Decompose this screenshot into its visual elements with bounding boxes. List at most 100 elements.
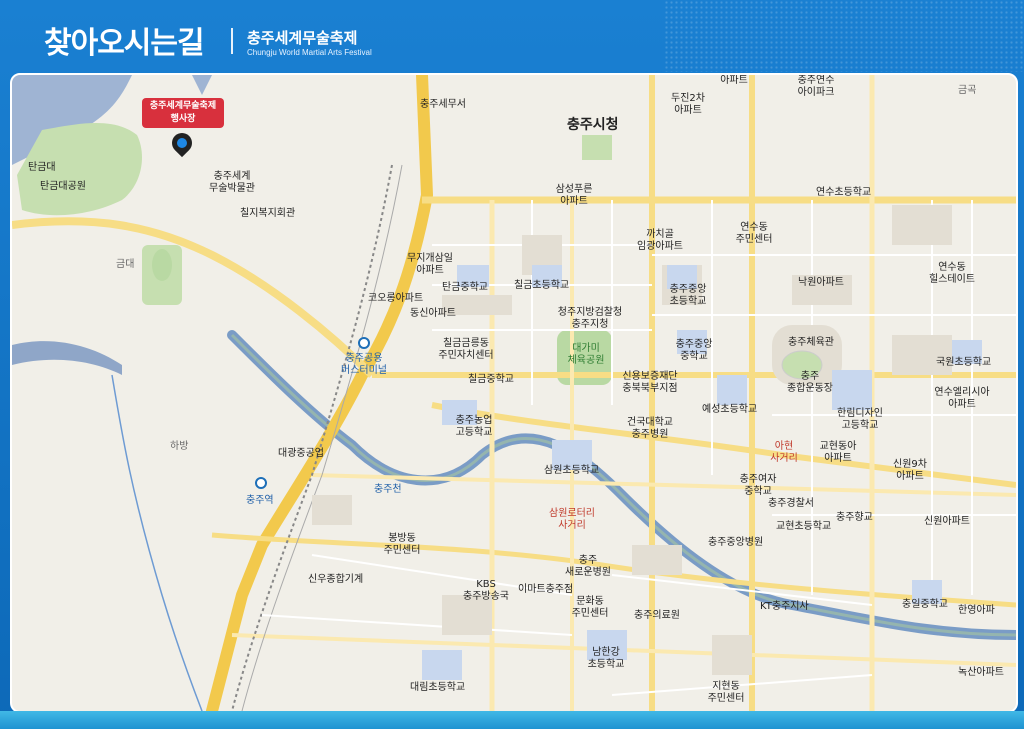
festival-venue-label[interactable]: 충주세계무술축제 행사장 [142,98,224,128]
marker-label-line2: 행사장 [170,114,196,124]
muji-label-1: 무지개삼일 [407,253,453,264]
saenaru-label-1: 충주 [578,555,598,566]
apt-top-label: 아파트 [720,75,748,86]
noksan-label: 녹산아파트 [958,667,1004,678]
nakwon-label: 낙원아파트 [798,277,844,288]
tax-office-label: 충주세무서 [420,99,466,110]
munhwa-label-1: 문화동 [576,596,604,607]
pin-dot [174,135,190,151]
header: 찾아오시는길 충주세계무술축제 Chungju World Martial Ar… [0,0,1024,72]
yeonsu-hill-label-1: 연수동 [938,262,966,273]
ipark-label-1: 충주연수 [797,75,835,86]
emart-label: 이마트충주점 [518,584,574,595]
central-es-label-2: 초등학교 [669,296,707,307]
dongsin-label: 동신아파트 [410,308,456,319]
gymnasium-label: 충주체육관 [788,337,834,348]
bus-terminal-label-1: 충주공용 [345,353,383,364]
chilji-label: 칠지복지회관 [240,208,296,219]
prosecutor-label-1: 청주지방검찰청 [557,307,623,318]
credit-label-2: 충북북부지점 [622,383,678,394]
gyohyeon-es-label: 교현초등학교 [776,521,832,532]
tangeumdae-park-label: 탄금대공원 [40,181,86,192]
agri-hs-label-1: 충주농업 [455,415,493,426]
prosecutor-label-2: 충주지청 [571,319,609,330]
chungil-ms-label: 충일중학교 [902,599,948,610]
samsung-apt-label-1: 삼성푸른 [555,184,593,195]
map-base [12,75,1016,711]
konkuk-label-2: 충주병원 [631,429,669,440]
header-divider [231,28,233,54]
central-es-label-1: 충주중앙 [669,284,707,295]
sinwon-apt-label: 신원아파트 [924,516,970,527]
namhan-label-2: 초등학교 [587,659,625,670]
hanlim-label-1: 한림디자인 [837,408,883,419]
sinwon9-label-1: 신원9차 [893,459,927,470]
bongbang-label-1: 봉방동 [388,533,416,544]
tangeumdae-label: 탄금대 [28,162,56,173]
central-hospital-label: 충주중앙병원 [708,537,764,548]
konkuk-label-1: 건국대학교 [627,417,673,428]
hanyoung-label: 한영아파 [958,605,995,616]
kolon-label: 코오롱아파트 [368,293,424,304]
bus-terminal-label-2: 버스터미널 [341,365,387,376]
kbs-label-1: KBS [476,579,496,590]
festival-title: 충주세계무술축제 [247,29,358,47]
chilgeum-es-label: 칠금초등학교 [514,280,570,291]
credit-label-1: 신용보증재단 [622,371,678,382]
munhwa-label-2: 주민센터 [571,608,609,619]
ahyeon-label-2: 사거리 [770,453,798,464]
saenaru-label-2: 새로운병원 [565,567,611,578]
park-label-1: 대가미 [572,343,600,354]
jihyeon-label-2: 주민센터 [707,693,745,704]
park-label-2: 체육공원 [567,355,605,366]
hanlim-label-2: 고등학교 [841,420,879,431]
chilgeum-ms-label: 칠금중학교 [468,374,514,385]
muji-label-2: 아파트 [416,265,444,276]
marker-label-line1: 충주세계무술축제 [149,101,217,111]
sinwoo-label: 신우종합기계 [308,574,364,585]
yeonsu-es-label: 연수초등학교 [816,187,872,198]
sinwon9-label-2: 아파트 [896,471,924,482]
stadium-label-1: 충주 [800,371,820,382]
geumgok-label: 금곡 [958,85,977,96]
elysia-label-1: 연수엘리시아 [934,387,990,398]
yeonsu-center-label-2: 주민센터 [735,234,773,245]
rotary-label-2: 사거리 [558,520,586,531]
agri-hs-label-2: 고등학교 [455,427,493,438]
station-label: 충주역 [246,495,274,506]
ipark-label-2: 아이파크 [797,87,835,98]
girls-hs-label-2: 중학교 [744,486,772,497]
namhan-label-1: 남한강 [592,647,620,658]
city-hall-label: 충주시청 [567,117,619,133]
kkachi-label-2: 임광아파트 [637,241,683,252]
dujin-label-1: 두진2차 [671,93,705,104]
elysia-label-2: 아파트 [948,399,976,410]
medical-center-label: 충주의료원 [634,610,680,621]
jihyeon-label-1: 지현동 [712,681,740,692]
map-view[interactable]: 충주세계무술축제 행사장 충주시청 충주세무서 탄금대 탄금대공원 충주세계 무… [10,73,1018,713]
gyohyeon-apt-label-1: 교현동아 [819,441,857,452]
hyanggyo-label: 충주향교 [836,512,873,523]
bongbang-label-2: 주민센터 [383,545,421,556]
festival-title-english: Chungju World Martial Arts Festival [247,48,372,57]
museum-label-1: 충주세계 [213,171,251,182]
samsung-apt-label-2: 아파트 [560,196,588,207]
tangeum-ms-label: 탄금중학교 [442,282,488,293]
yeonsu-center-label-1: 연수동 [740,222,768,233]
central-ms-label-1: 충주중앙 [675,339,713,350]
habang-label: 하방 [170,441,189,452]
chilgeum-center-label-1: 칠금금릉동 [443,338,489,349]
bus-terminal-icon [358,337,370,349]
train-station-icon [255,477,267,489]
geumdae-label: 금대 [116,259,135,270]
footer-bar [0,711,1024,729]
page-title: 찾아오시는길 [44,26,205,61]
daegwang-label: 대광중공업 [278,448,324,459]
river-label: 충주천 [374,484,402,495]
kkachi-label-1: 까치골 [646,229,674,240]
chilgeum-center-label-2: 주민자치센터 [438,350,494,361]
daerim-es-label: 대림초등학교 [410,682,466,693]
rotary-label-1: 삼원로터리 [549,508,595,519]
stadium-label-2: 종합운동장 [787,383,833,394]
museum-label-2: 무술박물관 [209,183,255,194]
